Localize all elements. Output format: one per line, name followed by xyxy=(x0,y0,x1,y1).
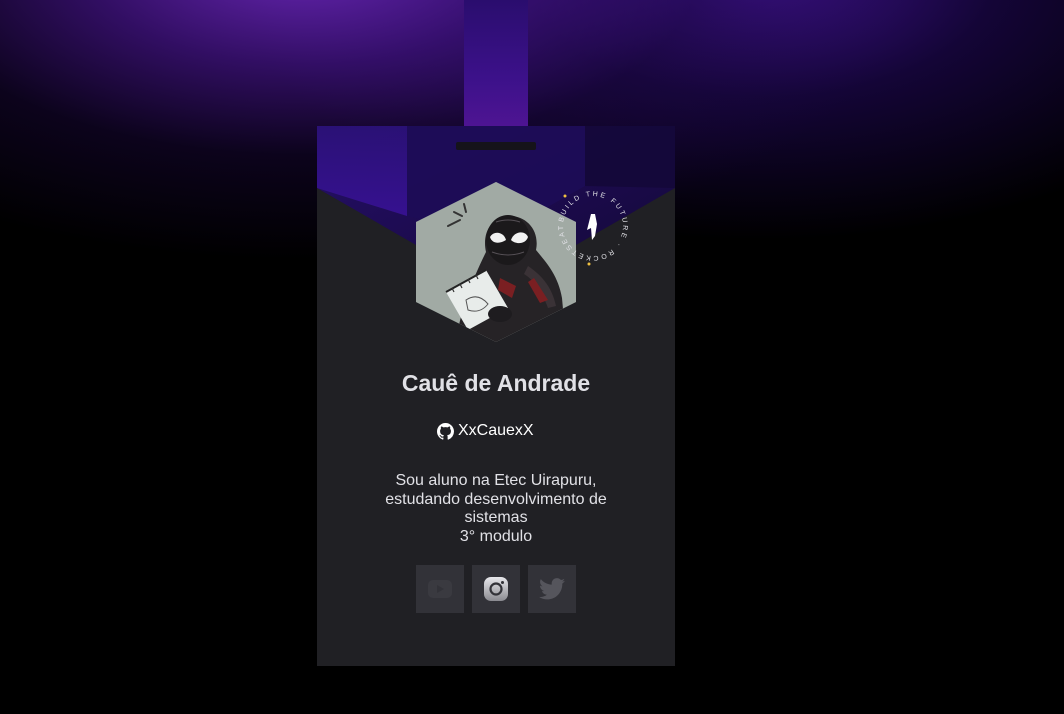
instagram-icon xyxy=(484,577,508,601)
youtube-button[interactable] xyxy=(416,565,464,613)
rocketseat-seal: BUILD THE FUTURE · ROCKETSEAT · xyxy=(551,184,626,266)
bio-text: Sou aluno na Etec Uirapuru, estudando de… xyxy=(357,472,635,546)
github-icon xyxy=(437,422,454,440)
social-links xyxy=(416,565,576,613)
profile-badge-card: BUILD THE FUTURE · ROCKETSEAT · Cauê de … xyxy=(317,126,675,666)
badge-clip xyxy=(456,142,536,150)
youtube-icon xyxy=(428,580,452,598)
bio-line: sistemas xyxy=(464,509,528,526)
bio-line: 3° modulo xyxy=(459,527,533,545)
instagram-button[interactable] xyxy=(472,565,520,613)
bio-line: Sou aluno na Etec Uirapuru, xyxy=(395,472,597,489)
twitter-icon xyxy=(539,578,565,600)
twitter-button[interactable] xyxy=(528,565,576,613)
bio-line: estudando desenvolvimento de xyxy=(385,490,607,508)
github-username: XxCauexX xyxy=(458,422,534,439)
lanyard-strap xyxy=(464,0,528,142)
github-link[interactable]: XxCauexX xyxy=(437,420,534,442)
profile-name: Cauê de Andrade xyxy=(401,370,591,396)
